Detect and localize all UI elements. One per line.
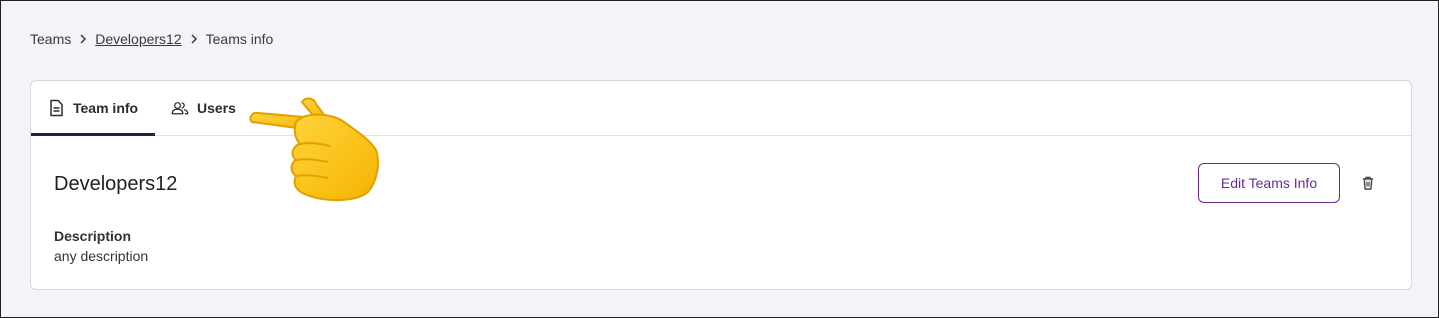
- trash-icon[interactable]: [1360, 175, 1376, 191]
- breadcrumb-team-link[interactable]: Developers12: [95, 31, 181, 47]
- active-tab-indicator: [31, 133, 155, 136]
- chevron-right-icon: [71, 34, 95, 44]
- description-label: Description: [54, 228, 132, 244]
- breadcrumb: Teams Developers12 Teams info: [30, 31, 273, 47]
- breadcrumb-teams[interactable]: Teams: [30, 31, 71, 47]
- tab-bar: Team info Users: [31, 81, 1411, 136]
- breadcrumb-current: Teams info: [205, 31, 274, 47]
- tab-team-info-label: Team info: [73, 100, 139, 116]
- tab-users[interactable]: Users: [171, 81, 236, 135]
- tab-users-label: Users: [197, 100, 236, 116]
- users-icon: [171, 102, 189, 115]
- document-icon: [50, 99, 63, 117]
- tab-team-info[interactable]: Team info: [31, 81, 155, 136]
- team-card: Team info Users Developers12 Edit Teams …: [30, 80, 1412, 290]
- team-name-heading: Developers12: [54, 173, 178, 195]
- chevron-right-icon: [182, 34, 206, 44]
- edit-teams-info-button[interactable]: Edit Teams Info: [1198, 163, 1340, 203]
- pointing-hand-icon: [249, 97, 379, 202]
- description-value: any description: [54, 248, 149, 264]
